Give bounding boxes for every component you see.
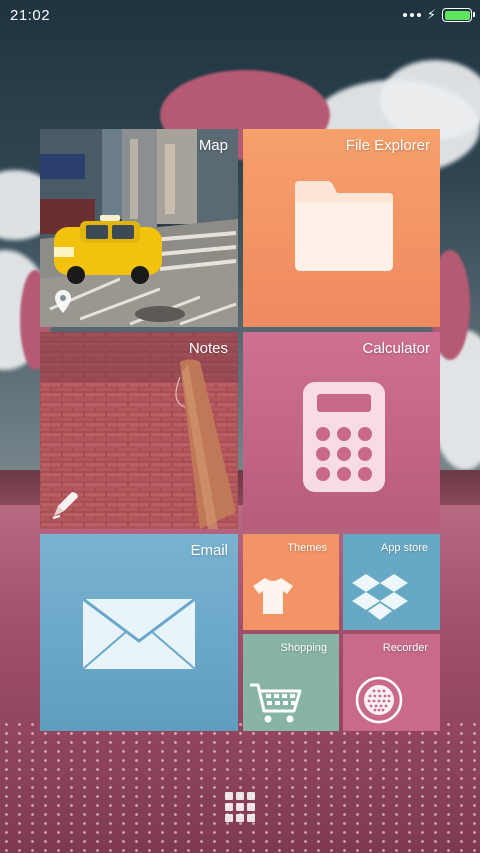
shopping-cart-icon (250, 683, 302, 723)
file-explorer-label: File Explorer (345, 137, 430, 154)
calculator-icon (303, 382, 385, 492)
dropbox-box-icon (352, 574, 408, 620)
themes-label: Themes (287, 542, 327, 554)
charging-bolt-icon: ⚡ (426, 7, 436, 22)
location-pin-icon (55, 290, 71, 313)
status-indicators: ⚡ (402, 7, 475, 23)
wallpaper-flowers (0, 720, 480, 853)
shopping-tile[interactable]: Shopping (243, 634, 339, 731)
envelope-icon (82, 597, 196, 670)
status-time: 21:02 (10, 6, 51, 24)
notes-tile[interactable]: Notes (40, 332, 238, 529)
app-store-tile[interactable]: App store (343, 534, 440, 630)
tshirt-icon (253, 578, 293, 614)
calculator-label: Calculator (362, 340, 430, 357)
microphone-grille-icon (355, 676, 403, 724)
app-drawer-grid-icon[interactable] (223, 790, 257, 824)
notes-label: Notes (188, 340, 228, 357)
battery-level (444, 10, 470, 20)
email-tile[interactable]: Email (40, 534, 238, 731)
recorder-label: Recorder (382, 642, 428, 654)
themes-tile[interactable]: Themes (243, 534, 339, 630)
file-explorer-tile[interactable]: File Explorer (243, 129, 440, 327)
shopping-label: Shopping (280, 642, 328, 654)
app-store-label: App store (380, 542, 428, 554)
status-bar: 21:02 ⚡ (0, 0, 480, 30)
calculator-tile[interactable]: Calculator (243, 332, 440, 529)
map-label: Map (198, 137, 228, 154)
folder-icon (295, 181, 393, 271)
wallpaper-cloud (380, 60, 480, 140)
pen-icon (52, 492, 78, 519)
recorder-tile[interactable]: Recorder (343, 634, 440, 731)
battery-icon (442, 8, 475, 22)
email-label: Email (190, 542, 228, 559)
more-dots-icon (402, 13, 421, 17)
map-tile[interactable]: Map (40, 129, 238, 327)
